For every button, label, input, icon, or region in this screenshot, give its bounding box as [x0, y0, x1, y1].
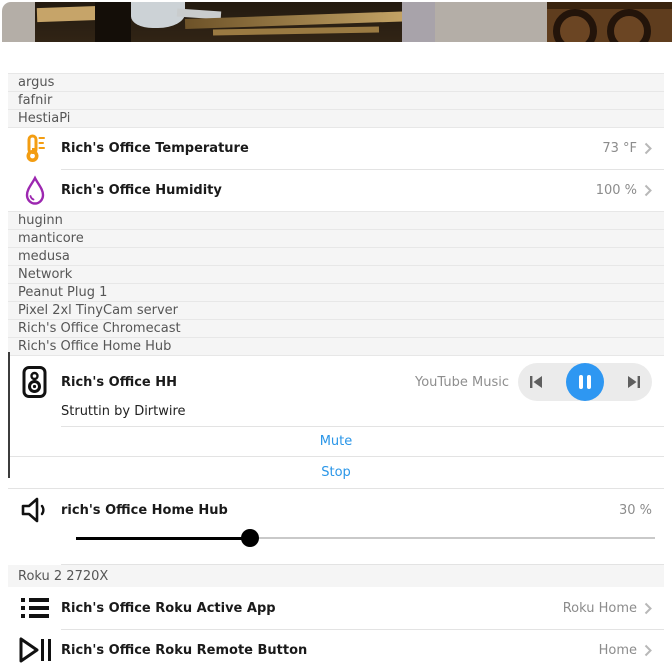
volume-title: rich's Office Home Hub — [61, 503, 619, 518]
entity-value: Roku Home — [563, 601, 637, 616]
chevron-right-icon — [644, 184, 652, 197]
photo-person-vest — [95, 2, 131, 42]
mute-button[interactable]: Mute — [8, 427, 664, 457]
list-item-peanut-plug[interactable]: Peanut Plug 1 — [8, 283, 664, 301]
list-item-hestiapi[interactable]: HestiaPi — [8, 109, 664, 127]
speaker-icon — [8, 365, 61, 399]
chevron-right-icon — [644, 602, 652, 615]
stop-label: Stop — [321, 465, 351, 480]
media-track-title: Struttin by Dirtwire — [61, 404, 186, 419]
photo-bench — [37, 6, 101, 22]
list-item-tinycam-server[interactable]: Pixel 2xl TinyCam server — [8, 301, 664, 319]
water-drop-icon — [8, 175, 61, 205]
group-label: medusa — [18, 249, 70, 264]
media-app-name: YouTube Music — [415, 375, 509, 390]
mute-label: Mute — [320, 434, 353, 449]
row-temperature-sensor[interactable]: Rich's Office Temperature 73 °F — [8, 127, 664, 169]
volume-icon — [8, 496, 61, 524]
divider — [61, 169, 664, 170]
volume-slider[interactable] — [76, 529, 655, 547]
pause-icon — [579, 375, 591, 389]
pause-button[interactable] — [566, 363, 604, 401]
row-roku-remote-button[interactable]: Rich's Office Roku Remote Button Home — [8, 629, 664, 671]
list-item-huginn[interactable]: huginn — [8, 211, 664, 229]
group-label: Peanut Plug 1 — [18, 285, 107, 300]
scrollbar[interactable] — [8, 352, 10, 478]
row-media-player[interactable]: Rich's Office HH YouTube Music — [8, 355, 664, 427]
slider-fill — [76, 537, 250, 540]
play-pause-icon — [8, 636, 61, 664]
list-item-medusa[interactable]: medusa — [8, 247, 664, 265]
group-label: Rich's Office Home Hub — [18, 339, 171, 354]
list-item-manticore[interactable]: manticore — [8, 229, 664, 247]
entity-value: 100 % — [596, 183, 637, 198]
list-item-argus[interactable]: argus — [8, 73, 664, 91]
divider — [61, 426, 664, 427]
list-item-office-home-hub[interactable]: Rich's Office Home Hub — [8, 337, 664, 355]
entity-title: Rich's Office Roku Active App — [61, 601, 563, 616]
photo-shelf-band — [547, 2, 672, 9]
chevron-right-icon — [644, 142, 652, 155]
entity-title: Rich's Office Humidity — [61, 183, 596, 198]
divider — [61, 564, 664, 565]
group-label: Rich's Office Chromecast — [18, 321, 181, 336]
stop-button[interactable]: Stop — [8, 457, 664, 489]
row-humidity-sensor[interactable]: Rich's Office Humidity 100 % — [8, 169, 664, 211]
header-photo[interactable] — [2, 2, 672, 42]
photo-wheel — [607, 9, 651, 42]
photo-workbench-area — [35, 2, 402, 42]
list-item-fafnir[interactable]: fafnir — [8, 91, 664, 109]
entity-value: 73 °F — [602, 141, 637, 156]
group-label: fafnir — [18, 93, 52, 108]
media-controls — [518, 363, 652, 401]
photo-wheel — [553, 9, 597, 42]
row-volume-control[interactable]: rich's Office Home Hub 30 % — [8, 489, 664, 565]
photo-door-strip — [402, 2, 435, 42]
media-title: Rich's Office HH — [61, 375, 415, 390]
row-roku-active-app[interactable]: Rich's Office Roku Active App Roku Home — [8, 587, 664, 629]
photo-wheels-area — [547, 2, 672, 42]
entity-title: Rich's Office Roku Remote Button — [61, 643, 599, 658]
photo-plank — [213, 27, 379, 36]
chevron-right-icon — [644, 644, 652, 657]
list-item-roku-2720x[interactable]: Roku 2 2720X — [8, 565, 664, 587]
group-label: Pixel 2xl TinyCam server — [18, 303, 178, 318]
group-label: Roku 2 2720X — [18, 569, 108, 584]
divider — [61, 629, 664, 630]
group-label: Network — [18, 267, 72, 282]
list-item-office-chromecast[interactable]: Rich's Office Chromecast — [8, 319, 664, 337]
entity-title: Rich's Office Temperature — [61, 141, 602, 156]
slider-thumb[interactable] — [241, 529, 259, 547]
skip-next-button[interactable] — [626, 374, 642, 390]
group-label: manticore — [18, 231, 84, 246]
list-item-network[interactable]: Network — [8, 265, 664, 283]
skip-previous-button[interactable] — [528, 374, 544, 390]
thermometer-icon — [8, 134, 61, 164]
volume-value: 30 % — [619, 503, 652, 518]
list-icon — [8, 595, 61, 621]
group-label: huginn — [18, 213, 63, 228]
entity-value: Home — [599, 643, 637, 658]
group-label: argus — [18, 75, 54, 90]
entity-list: argus fafnir HestiaPi Rich's Office Temp… — [8, 73, 664, 671]
group-label: HestiaPi — [18, 111, 70, 126]
